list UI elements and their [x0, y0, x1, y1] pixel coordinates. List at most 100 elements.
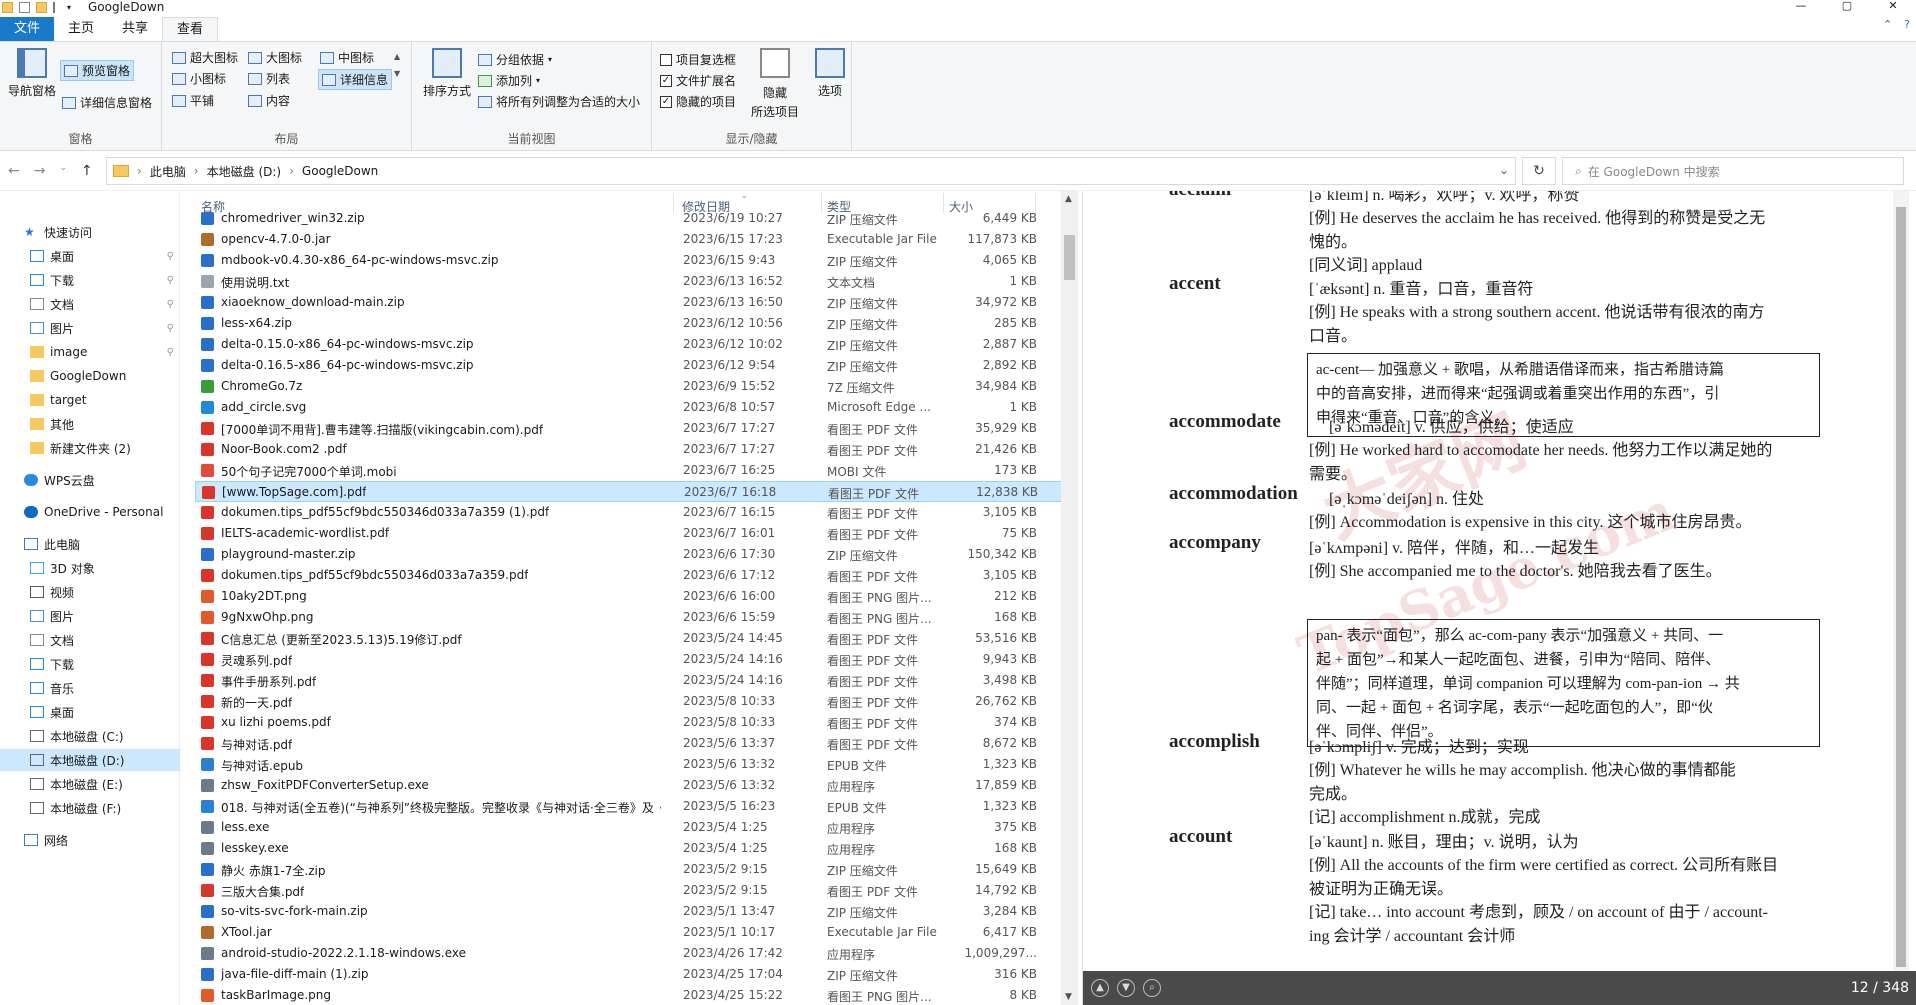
- file-row[interactable]: delta-0.15.0-x86_64-pc-windows-msvc.zip 2…: [195, 334, 1065, 355]
- file-row[interactable]: delta-0.16.5-x86_64-pc-windows-msvc.zip 2…: [195, 355, 1065, 376]
- file-row[interactable]: android-studio-2022.2.1.18-windows.exe 20…: [195, 943, 1065, 964]
- nav-item[interactable]: WPS云盘: [0, 469, 180, 491]
- minimize-button[interactable]: —: [1778, 0, 1824, 14]
- nav-item[interactable]: OneDrive - Personal: [0, 501, 180, 523]
- tab-share[interactable]: 共享: [108, 17, 162, 41]
- maximize-button[interactable]: ▢: [1824, 0, 1870, 14]
- chevron-up-icon[interactable]: ⌃: [1883, 18, 1892, 31]
- next-page-icon[interactable]: ▼: [1117, 979, 1135, 997]
- nav-item[interactable]: 其他: [0, 413, 180, 435]
- refresh-button[interactable]: ↻: [1522, 157, 1556, 185]
- scrollbar-thumb[interactable]: [1064, 235, 1075, 280]
- pin-icon[interactable]: ⚲: [167, 299, 174, 310]
- nav-item[interactable]: 文档 ⚲: [0, 293, 180, 315]
- search-icon[interactable]: ⌕: [1143, 979, 1161, 997]
- pin-icon[interactable]: ⚲: [167, 347, 174, 358]
- layout-tiles[interactable]: 平铺: [172, 92, 214, 109]
- file-row[interactable]: 静火 赤旗1-7全.zip 2023/5/2 9:15 ZIP 压缩文件 15,649…: [195, 859, 1065, 880]
- file-row[interactable]: dokumen.tips_pdf55cf9bdc550346d033a7a359…: [195, 565, 1065, 586]
- checkmark-icon[interactable]: [19, 1, 30, 13]
- tab-file[interactable]: 文件: [0, 17, 55, 41]
- file-row[interactable]: IELTS-academic-wordlist.pdf 2023/6/7 16:0…: [195, 523, 1065, 544]
- layout-list[interactable]: 列表: [248, 70, 290, 87]
- preview-scrollbar[interactable]: [1893, 191, 1909, 971]
- file-row[interactable]: taskBarImage.png 2023/4/25 15:22 看图王 PNG 图…: [195, 985, 1065, 1005]
- checkbox-checked[interactable]: ✓: [660, 95, 672, 108]
- search-input[interactable]: ⌕ 在 GoogleDown 中搜索: [1562, 157, 1904, 185]
- nav-item[interactable]: 本地磁盘 (D:): [0, 749, 180, 771]
- sort-by-button[interactable]: 排序方式: [422, 48, 472, 99]
- forward-arrow-icon[interactable]: →: [34, 163, 46, 179]
- file-extensions-toggle[interactable]: ✓ 文件扩展名: [660, 72, 736, 89]
- nav-item[interactable]: 本地磁盘 (E:): [0, 773, 180, 795]
- chevron-up-icon[interactable]: ▲: [1065, 194, 1072, 204]
- nav-item[interactable]: 下载 ⚲: [0, 269, 180, 291]
- breadcrumb-drive-d[interactable]: 本地磁盘 (D:): [207, 163, 281, 180]
- pin-icon[interactable]: ⚲: [167, 251, 174, 262]
- file-row[interactable]: 事件手册系列.pdf 2023/5/24 14:16 看图王 PDF 文件 3,498…: [195, 670, 1065, 691]
- file-row[interactable]: C信息汇总 (更新至2023.5.13)5.19修订.pdf 2023/5/24 …: [195, 628, 1065, 649]
- file-row[interactable]: chromedriver_win32.zip 2023/6/19 10:27 ZIP…: [195, 208, 1065, 229]
- nav-item[interactable]: 视频: [0, 581, 180, 603]
- options-button[interactable]: 选项: [812, 48, 848, 99]
- file-row[interactable]: opencv-4.7.0-0.jar 2023/6/15 17:23 Executa…: [195, 229, 1065, 250]
- nav-pane-button[interactable]: 导航窗格: [8, 48, 56, 99]
- help-icon[interactable]: ?: [1904, 18, 1910, 31]
- file-row[interactable]: 与神对话.epub 2023/5/6 13:32 EPUB 文件 1,323 KB: [195, 754, 1065, 775]
- layout-content[interactable]: 内容: [248, 92, 290, 109]
- tab-home[interactable]: 主页: [54, 17, 108, 41]
- address-bar[interactable]: › 此电脑 › 本地磁盘 (D:) › GoogleDown ⌄: [106, 157, 1516, 185]
- fit-columns-button[interactable]: 将所有列调整为合适的大小: [478, 93, 640, 110]
- file-row[interactable]: 10aky2DT.png 2023/6/6 16:00 看图王 PNG 图片... 2…: [195, 586, 1065, 607]
- file-row[interactable]: java-file-diff-main (1).zip 2023/4/25 17:…: [195, 964, 1065, 985]
- file-row[interactable]: Noor-Book.com2 .pdf 2023/6/7 17:27 看图王 PDF…: [195, 439, 1065, 460]
- folder-icon[interactable]: [2, 1, 13, 13]
- nav-item[interactable]: 本地磁盘 (F:): [0, 797, 180, 819]
- pin-icon[interactable]: ⚲: [167, 323, 174, 334]
- checkbox-checked[interactable]: ✓: [660, 74, 672, 87]
- nav-item[interactable]: GoogleDown: [0, 365, 180, 387]
- file-row[interactable]: 018. 与神对话(全五卷)(“与神系列”终极完整版。完整收录《与神对话·全三卷…: [195, 796, 1065, 817]
- close-button[interactable]: ✕: [1870, 0, 1916, 14]
- details-pane-button[interactable]: 详细信息窗格: [62, 94, 152, 111]
- nav-item[interactable]: 音乐: [0, 677, 180, 699]
- add-columns-button[interactable]: 添加列 ▾: [478, 72, 540, 89]
- file-row[interactable]: ChromeGo.7z 2023/6/9 15:52 7Z 压缩文件 34,984 K…: [195, 376, 1065, 397]
- file-row[interactable]: less-x64.zip 2023/6/12 10:56 ZIP 压缩文件 285 K…: [195, 313, 1065, 334]
- nav-item[interactable]: image ⚲: [0, 341, 180, 363]
- tab-view[interactable]: 查看: [162, 17, 219, 41]
- nav-item[interactable]: 下载: [0, 653, 180, 675]
- pin-icon[interactable]: [53, 1, 61, 13]
- chevron-right-icon[interactable]: ›: [194, 164, 199, 178]
- chevron-down-icon[interactable]: ▼: [1065, 992, 1072, 1002]
- file-row[interactable]: zhsw_FoxitPDFConverterSetup.exe 2023/5/6 …: [195, 775, 1065, 796]
- nav-item[interactable]: 图片: [0, 605, 180, 627]
- hide-selected-button[interactable]: 隐藏 所选项目: [748, 48, 802, 120]
- file-row[interactable]: xiaoeknow_download-main.zip 2023/6/13 16:…: [195, 292, 1065, 313]
- back-arrow-icon[interactable]: ←: [8, 163, 20, 179]
- chevron-down-icon[interactable]: ▾: [67, 2, 78, 13]
- file-list-scrollbar[interactable]: ▲ ▼: [1061, 191, 1078, 1005]
- checkbox[interactable]: [660, 53, 672, 66]
- previous-page-icon[interactable]: ▲: [1091, 979, 1109, 997]
- nav-item[interactable]: 文档: [0, 629, 180, 651]
- layout-scroll[interactable]: ▲ ▼: [394, 52, 400, 78]
- nav-item[interactable]: 3D 对象: [0, 557, 180, 579]
- layout-medium-icons[interactable]: 中图标: [320, 49, 374, 66]
- layout-xl-icons[interactable]: 超大图标: [172, 49, 238, 66]
- folder-icon[interactable]: [36, 1, 47, 13]
- nav-item[interactable]: 桌面: [0, 701, 180, 723]
- file-row[interactable]: dokumen.tips_pdf55cf9bdc550346d033a7a359…: [195, 502, 1065, 523]
- nav-item[interactable]: 桌面 ⚲: [0, 245, 180, 267]
- file-row[interactable]: 使用说明.txt 2023/6/13 16:52 文本文档 1 KB: [195, 271, 1065, 292]
- file-row[interactable]: playground-master.zip 2023/6/6 17:30 ZIP 压…: [195, 544, 1065, 565]
- file-row[interactable]: 新的一天.pdf 2023/5/8 10:33 看图王 PDF 文件 26,762 K…: [195, 691, 1065, 712]
- file-row[interactable]: 三版大合集.pdf 2023/5/2 9:15 看图王 PDF 文件 14,792 K…: [195, 880, 1065, 901]
- file-row[interactable]: 9gNxwOhp.png 2023/6/6 15:59 看图王 PNG 图片... 1…: [195, 607, 1065, 628]
- nav-item[interactable]: 图片 ⚲: [0, 317, 180, 339]
- file-row[interactable]: 50个句子记完7000个单词.mobi 2023/6/7 16:25 MOBI 文件…: [195, 460, 1065, 481]
- pin-icon[interactable]: ⚲: [167, 275, 174, 286]
- file-row[interactable]: xu lizhi poems.pdf 2023/5/8 10:33 看图王 PDF …: [195, 712, 1065, 733]
- scrollbar-thumb[interactable]: [1896, 207, 1906, 967]
- preview-pane-button[interactable]: 预览窗格: [60, 60, 135, 81]
